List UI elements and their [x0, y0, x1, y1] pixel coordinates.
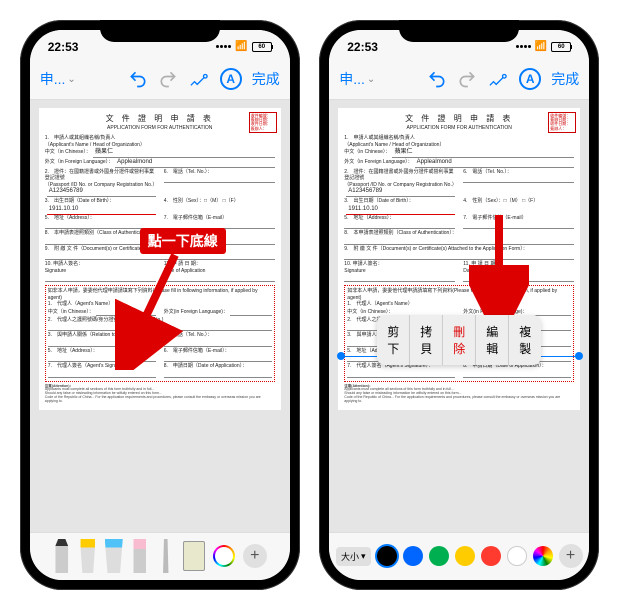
- notch: [100, 20, 220, 42]
- selection-handle-right[interactable]: [575, 352, 583, 360]
- footnote: 注意(Attention)： Applicants must complete …: [344, 385, 574, 404]
- status-time: 22:53: [347, 40, 378, 54]
- color-swatch-yellow[interactable]: [455, 546, 475, 566]
- add-shape-button[interactable]: +: [559, 544, 583, 568]
- document-page: 收件編號： 簽辦日期： 收件日期： 簽辦人： 文 件 證 明 申 請 表 APP…: [39, 108, 281, 410]
- top-toolbar: 申...⌄ A 完成: [30, 60, 290, 100]
- status-right: 📶 60: [516, 41, 571, 52]
- add-shape-button[interactable]: +: [243, 544, 267, 568]
- menu-cut[interactable]: 剪下: [377, 315, 410, 365]
- doc-subtitle: APPLICATION FORM FOR AUTHENTICATION: [45, 125, 275, 132]
- doc-title: 文 件 證 明 申 請 表: [344, 114, 574, 124]
- status-right: 📶 60: [216, 41, 271, 52]
- marker-tool[interactable]: [79, 539, 97, 573]
- field-label: 2. 證件：在國籍證書或外國身分證件或營利事業登記證號: [344, 169, 455, 182]
- wifi-icon: 📶: [235, 41, 247, 52]
- color-picker-button[interactable]: [533, 546, 553, 566]
- annotation-mode-icon[interactable]: A: [519, 68, 541, 90]
- markup-pen-icon[interactable]: [188, 70, 210, 88]
- field-label: 6. 電話（Tel. No.）：: [164, 169, 275, 176]
- doc-subtitle: APPLICATION FORM FOR AUTHENTICATION: [344, 125, 574, 132]
- field-label: 2. 證件：在國籍證書或外國身分證件或營利事業登記證號: [45, 169, 156, 182]
- done-button[interactable]: 完成: [252, 69, 280, 89]
- signal-icon: [216, 45, 231, 48]
- selection-handle-left[interactable]: [337, 352, 345, 360]
- field-label: 6. 電話（Tel. No.）：: [463, 169, 574, 176]
- field-foreign-name: Applealmond: [115, 159, 275, 168]
- pen-tool[interactable]: [53, 539, 71, 573]
- field-label: 8. 本申請表證照類別（Class of Authentication）：: [45, 230, 275, 237]
- doc-title: 文 件 證 明 申 請 表: [45, 114, 275, 124]
- undo-button[interactable]: [128, 69, 148, 89]
- color-swatch-blue[interactable]: [403, 546, 423, 566]
- menu-edit[interactable]: 編輯: [476, 315, 509, 365]
- field-sublabel: （Applicant's Name / Head of Organization…: [344, 142, 574, 149]
- signal-icon: [516, 45, 531, 48]
- menu-duplicate[interactable]: 複製: [509, 315, 541, 365]
- lasso-tool[interactable]: [157, 539, 175, 573]
- stamp-box: 收件編號： 簽辦日期： 收件日期： 簽辦人：: [548, 112, 576, 134]
- color-swatch-black[interactable]: [377, 546, 397, 566]
- status-time: 22:53: [48, 40, 79, 54]
- screen: 22:53 📶 60 申...⌄ A: [329, 30, 589, 580]
- phone-left: 22:53 📶 60 申...⌄ A: [20, 20, 300, 590]
- color-swatch-red[interactable]: [481, 546, 501, 566]
- screen: 22:53 📶 60 申...⌄ A: [30, 30, 290, 580]
- stamp-box: 收件編號： 簽辦日期： 收件日期： 簽辦人：: [249, 112, 277, 134]
- color-picker-button[interactable]: [213, 545, 235, 567]
- field-label: 5. 地址（Address）：: [344, 215, 394, 221]
- markup-pen-icon[interactable]: [487, 70, 509, 88]
- menu-delete[interactable]: 刪除: [443, 315, 476, 365]
- color-swatch-green[interactable]: [429, 546, 449, 566]
- phone-right: 22:53 📶 60 申...⌄ A: [319, 20, 599, 590]
- menu-copy[interactable]: 拷貝: [410, 315, 443, 365]
- document-area[interactable]: 收件編號： 簽辦日期： 收件日期： 簽辦人： 文 件 證 明 申 請 表 APP…: [30, 100, 290, 532]
- field-sublabel: （Applicant's Name / Head of Organization…: [45, 142, 275, 149]
- redo-button[interactable]: [457, 69, 477, 89]
- document-area[interactable]: 收件編號： 簽辦日期： 收件日期： 簽辦人： 文 件 證 明 申 請 表 APP…: [329, 100, 589, 532]
- size-button[interactable]: 大小▾: [336, 547, 371, 566]
- field-label: 9. 附 繳 文 件（Document(s) or Certificate(s)…: [45, 246, 275, 253]
- top-toolbar: 申...⌄ A 完成: [329, 60, 589, 100]
- notch: [399, 20, 519, 42]
- shape-color-toolbar: 大小▾ +: [329, 532, 589, 580]
- battery-icon: 60: [252, 42, 272, 52]
- highlighter-tool[interactable]: [105, 539, 123, 573]
- redo-button[interactable]: [158, 69, 178, 89]
- undo-button[interactable]: [427, 69, 447, 89]
- field-dob[interactable]: 1911.10.10: [47, 206, 156, 215]
- field-label: 8. 本申請表證照類別（Class of Authentication）：: [344, 230, 574, 237]
- done-button[interactable]: 完成: [551, 69, 579, 89]
- battery-icon: 60: [551, 42, 571, 52]
- back-button[interactable]: 申...⌄: [339, 69, 375, 89]
- ruler-tool[interactable]: [183, 541, 205, 571]
- field-chinese-name: 蘋果仁: [93, 149, 275, 158]
- eraser-tool[interactable]: [131, 539, 149, 573]
- field-label: 9. 附 繳 文 件（Document(s) or Certificate(s)…: [344, 246, 574, 253]
- field-label: 5. 地址（Address）：: [45, 215, 95, 221]
- context-menu: 剪下 拷貝 刪除 編輯 複製: [377, 315, 541, 365]
- markup-toolbar: +: [30, 532, 290, 580]
- field-label: 7. 電子郵件信箱（E-mail）: [164, 215, 227, 221]
- annotation-mode-icon[interactable]: A: [220, 68, 242, 90]
- agent-section: 如非本人申請，委委他代理申請請填寫下列資料(Please fill in fol…: [45, 285, 275, 382]
- footnote: 注意(Attention)： Applicants must complete …: [45, 385, 275, 404]
- field-id-no: A123456789: [47, 188, 156, 197]
- wifi-icon: 📶: [535, 41, 547, 52]
- back-button[interactable]: 申...⌄: [40, 69, 76, 89]
- field-label: 7. 電子郵件信箱（E-mail）: [463, 215, 526, 221]
- color-swatch-white[interactable]: [507, 546, 527, 566]
